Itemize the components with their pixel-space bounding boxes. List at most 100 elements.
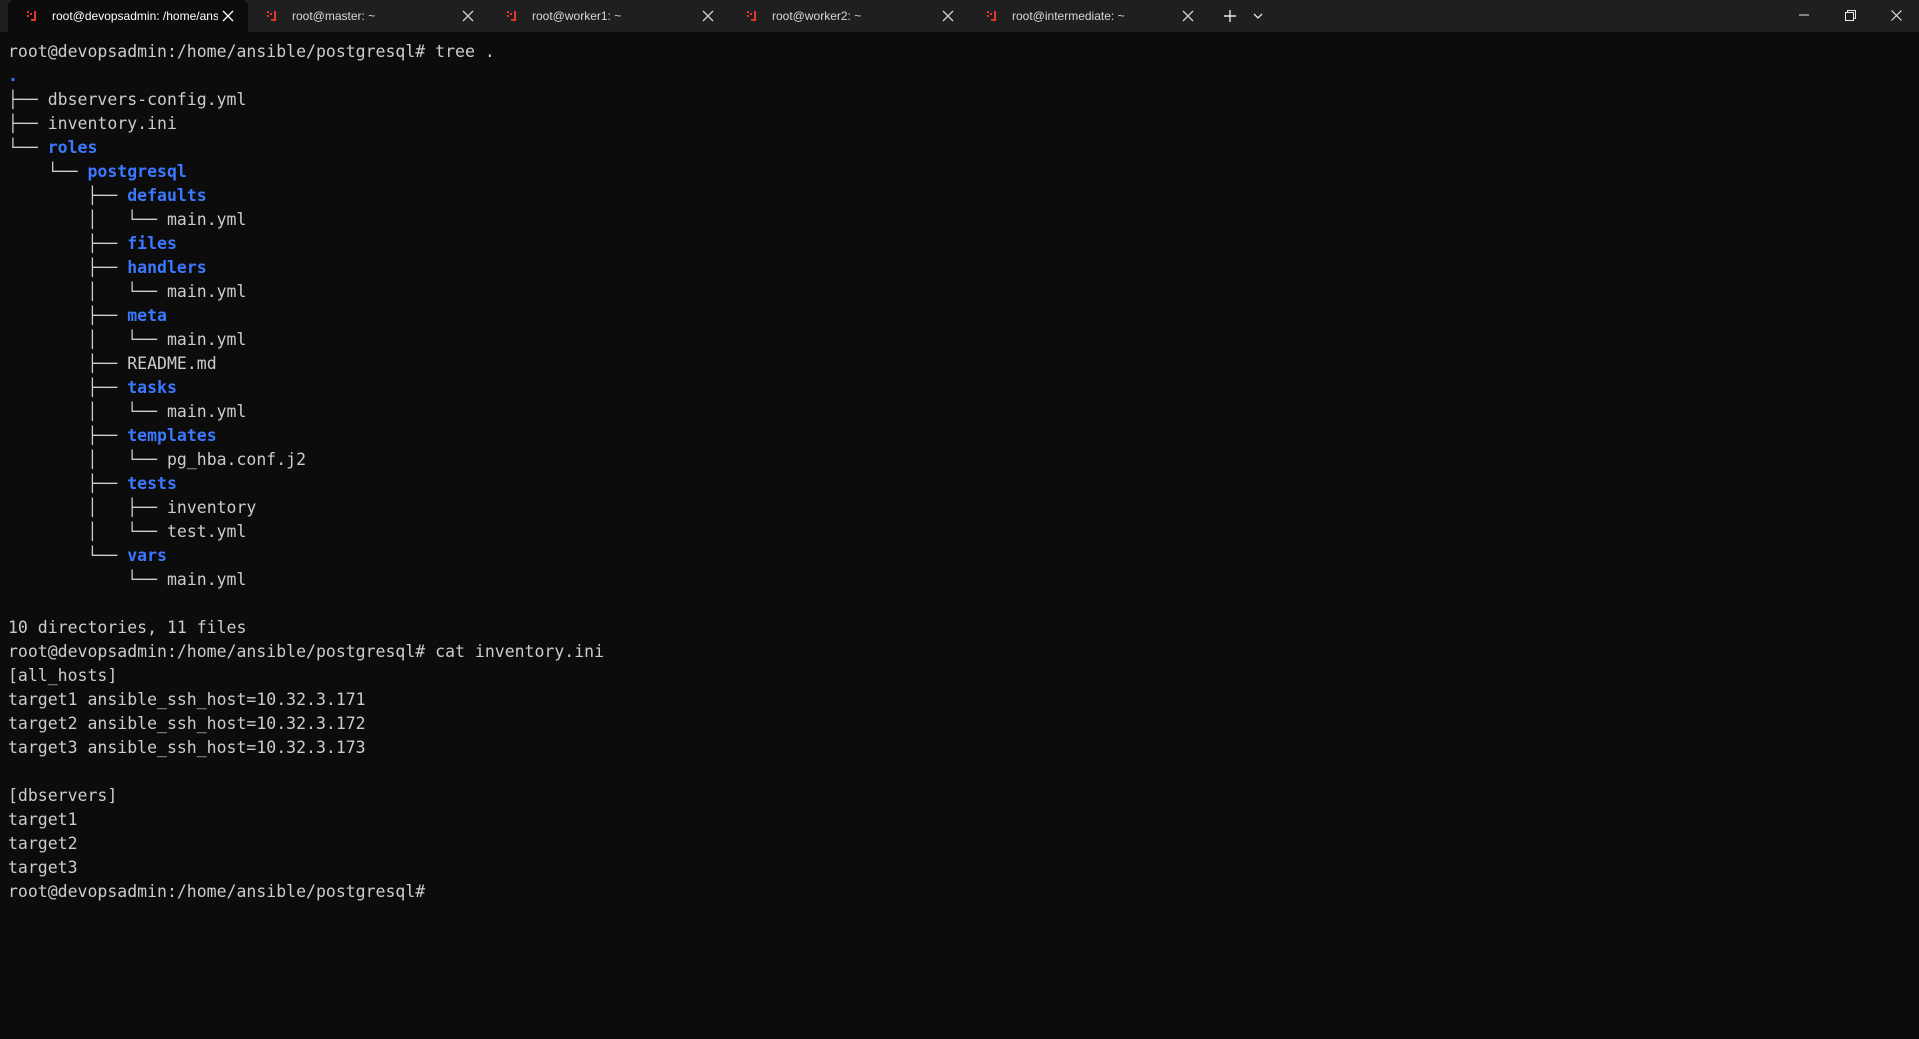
tree-branch: │ └── (8, 330, 167, 349)
terminal-text: target3 ansible_ssh_host=10.32.3.173 (8, 738, 366, 757)
close-icon[interactable] (218, 6, 238, 26)
terminal-line: │ └── main.yml (8, 400, 604, 424)
terminal-line: │ └── main.yml (8, 208, 604, 232)
tree-branch: └── (8, 138, 48, 157)
terminal-line: └── main.yml (8, 568, 604, 592)
tab-intermediate[interactable]: root@intermediate: ~ (968, 0, 1208, 32)
directory-name: roles (47, 138, 98, 157)
terminal-line: ├── defaults (8, 184, 604, 208)
terminal-line: . (8, 64, 604, 88)
directory-name: tests (127, 474, 177, 493)
close-icon[interactable] (458, 6, 478, 26)
tree-branch: ├── (8, 186, 128, 205)
close-icon[interactable] (1178, 6, 1198, 26)
directory-name: handlers (127, 258, 207, 277)
terminal-line: ├── dbservers-config.yml (8, 88, 604, 112)
terminal-line: target1 (8, 808, 604, 832)
terminal-text: 10 directories, 11 files (8, 618, 247, 637)
file-name: test.yml (166, 522, 247, 541)
tree-branch: ├── (8, 258, 128, 277)
terminal-line: target3 (8, 856, 604, 880)
directory-name: vars (127, 546, 167, 565)
file-name: dbservers-config.yml (47, 90, 247, 109)
tree-branch: ├── (8, 90, 48, 109)
terminal-line: ├── files (8, 232, 604, 256)
terminal-line: target2 ansible_ssh_host=10.32.3.172 (8, 712, 604, 736)
terminal-line: │ └── main.yml (8, 328, 604, 352)
file-name: main.yml (166, 282, 247, 301)
tab-title: root@worker2: ~ (772, 9, 862, 23)
tab-worker1[interactable]: root@worker1: ~ (488, 0, 728, 32)
file-name: inventory.ini (47, 114, 177, 133)
directory-name: tasks (127, 378, 177, 397)
tree-branch: │ └── (8, 210, 167, 229)
tab-title: root@intermediate: ~ (1012, 9, 1125, 23)
ubuntu-icon (747, 11, 756, 21)
tree-branch: ├── (8, 114, 48, 133)
terminal-line: │ └── main.yml (8, 280, 604, 304)
terminal-line: ├── inventory.ini (8, 112, 604, 136)
window-close-button[interactable] (1873, 0, 1919, 30)
terminal-line: target1 ansible_ssh_host=10.32.3.171 (8, 688, 604, 712)
terminal-line: │ └── pg_hba.conf.j2 (8, 448, 604, 472)
restore-button[interactable] (1827, 0, 1873, 30)
terminal-line: root@devopsadmin:/home/ansible/postgresq… (8, 40, 604, 64)
terminal-text: target2 ansible_ssh_host=10.32.3.172 (8, 714, 366, 733)
file-name: README.md (127, 354, 217, 373)
file-name: main.yml (166, 570, 247, 589)
ubuntu-icon (27, 11, 36, 21)
terminal-line: root@devopsadmin:/home/ansible/postgresq… (8, 880, 604, 904)
tab-worker2[interactable]: root@worker2: ~ (728, 0, 968, 32)
tab-devopsadmin[interactable]: root@devopsadmin: /home/ansible/postgres… (8, 0, 248, 32)
directory-name: templates (127, 426, 217, 445)
terminal-text: root@devopsadmin:/home/ansible/postgresq… (8, 642, 605, 661)
terminal-line: ├── templates (8, 424, 604, 448)
directory-name: defaults (127, 186, 207, 205)
directory-name: meta (127, 306, 167, 325)
terminal-line: ├── tasks (8, 376, 604, 400)
directory-name: files (127, 234, 177, 253)
tab-title: root@devopsadmin: /home/ansible/postgres… (52, 9, 218, 23)
tree-branch: └── (8, 162, 88, 181)
tree-branch: ├── (8, 426, 128, 445)
terminal-line: ├── handlers (8, 256, 604, 280)
tree-branch: │ └── (8, 450, 167, 469)
directory-name: . (8, 66, 18, 85)
terminal-text: [dbservers] (8, 786, 118, 805)
terminal-line: ├── README.md (8, 352, 604, 376)
tree-branch: │ └── (8, 402, 167, 421)
terminal-line: target2 (8, 832, 604, 856)
terminal-line: ├── meta (8, 304, 604, 328)
tab-title: root@worker1: ~ (532, 9, 622, 23)
terminal-text: root@devopsadmin:/home/ansible/postgresq… (8, 42, 495, 61)
tree-branch: │ └── (8, 282, 167, 301)
close-icon[interactable] (698, 6, 718, 26)
terminal-line: root@devopsadmin:/home/ansible/postgresq… (8, 640, 604, 664)
file-name: pg_hba.conf.j2 (166, 450, 307, 469)
terminal-line: │ ├── inventory (8, 496, 604, 520)
tab-title: root@master: ~ (292, 9, 376, 23)
terminal-line: └── roles (8, 136, 604, 160)
file-name: main.yml (166, 402, 247, 421)
title-bar: root@devopsadmin: /home/ansible/postgres… (0, 0, 1919, 32)
tree-branch: ├── (8, 474, 128, 493)
minimize-button[interactable] (1781, 0, 1827, 30)
tree-branch: │ └── (8, 522, 167, 541)
tree-branch: ├── (8, 234, 128, 253)
tree-branch: ├── (8, 306, 128, 325)
ubuntu-icon (987, 11, 996, 21)
file-name: main.yml (166, 210, 247, 229)
terminal-line: 10 directories, 11 files (8, 616, 604, 640)
terminal-line: [dbservers] (8, 784, 604, 808)
tab-master[interactable]: root@master: ~ (248, 0, 488, 32)
terminal-text: [all_hosts] (8, 666, 118, 685)
close-icon[interactable] (938, 6, 958, 26)
terminal-output[interactable]: root@devopsadmin:/home/ansible/postgresq… (0, 32, 1919, 1039)
chevron-down-icon (1253, 13, 1263, 19)
terminal-text: target1 (8, 810, 78, 829)
tab-dropdown-button[interactable] (1248, 4, 1268, 28)
terminal-line: [all_hosts] (8, 664, 604, 688)
new-tab-button[interactable] (1218, 4, 1242, 28)
